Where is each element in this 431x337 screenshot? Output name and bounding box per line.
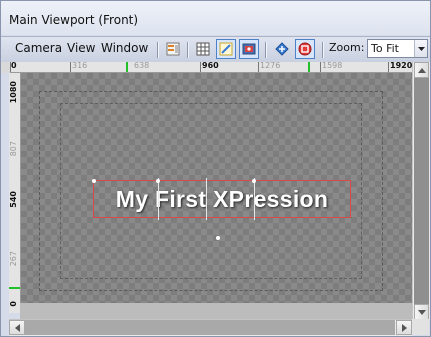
chevron-down-icon[interactable] <box>414 40 427 57</box>
ruler-label: 0 <box>11 62 17 70</box>
zoom-select[interactable]: To Fit <box>367 39 428 58</box>
ruler-marker <box>308 62 310 72</box>
ruler-tick <box>70 62 71 72</box>
safe-area-icon <box>219 42 233 56</box>
vertical-scrollbar[interactable] <box>412 62 430 320</box>
output-icon <box>298 42 312 56</box>
render-preview-icon <box>242 43 256 55</box>
ruler-label: 267 <box>9 251 18 267</box>
chevron-right-icon <box>401 323 407 332</box>
menu-camera[interactable]: Camera <box>15 41 62 55</box>
horizontal-scroll-thumb[interactable] <box>25 320 395 335</box>
selection-guide <box>206 178 207 220</box>
toolbar-separator <box>322 42 323 58</box>
resize-handle[interactable] <box>92 179 96 183</box>
ruler-label: 540 <box>9 191 18 208</box>
ruler-marker <box>126 62 128 72</box>
ruler-tick <box>10 62 11 72</box>
ruler-label: 1920 <box>390 62 412 70</box>
output-button[interactable] <box>295 39 315 59</box>
menu-bar: Camera View Window <box>1 36 430 63</box>
layout-button[interactable] <box>163 39 183 59</box>
render-preview-button[interactable] <box>239 39 259 59</box>
ruler-marker <box>9 287 20 289</box>
title-bar: Main Viewport (Front) <box>1 1 430 35</box>
vertical-scroll-thumb[interactable] <box>414 78 429 304</box>
ruler-label: 638 <box>134 62 150 70</box>
pivot-point[interactable] <box>216 236 220 240</box>
scrollbar-corner <box>412 319 429 335</box>
selection-guide <box>158 178 159 220</box>
toolbar-separator <box>157 42 158 58</box>
selection-guide <box>254 178 255 220</box>
scroll-left-button[interactable] <box>9 320 25 335</box>
horizontal-scrollbar[interactable] <box>9 319 412 336</box>
layout-icon <box>166 42 180 56</box>
ruler-tick <box>200 62 201 72</box>
menu-view[interactable]: View <box>67 41 95 55</box>
ruler-vertical: 1080 807 540 267 0 <box>9 73 21 313</box>
ruler-tick <box>388 62 389 72</box>
chevron-up-icon <box>417 67 426 73</box>
safe-area-button[interactable] <box>216 39 236 59</box>
toolbar-separator <box>187 42 188 58</box>
viewport-canvas[interactable]: My First XPression <box>21 73 412 303</box>
scroll-down-button[interactable] <box>414 304 429 320</box>
grid-icon <box>196 42 210 56</box>
ruler-label: 0 <box>9 301 18 307</box>
viewport-bottom-margin <box>20 303 412 319</box>
scroll-up-button[interactable] <box>414 62 429 78</box>
chevron-down-icon <box>417 309 426 315</box>
camera-nav-button[interactable] <box>272 39 292 59</box>
ruler-label: 1276 <box>260 62 281 70</box>
window-title: Main Viewport (Front) <box>9 13 139 27</box>
ruler-label: 1080 <box>9 81 18 104</box>
zoom-label: Zoom: <box>329 41 365 54</box>
toolbar-separator <box>265 42 266 58</box>
ruler-label: 807 <box>9 141 18 157</box>
ruler-label: 960 <box>202 62 219 70</box>
text-object-label: My First XPression <box>115 185 329 212</box>
ruler-tick <box>320 62 321 72</box>
grid-button[interactable] <box>193 39 213 59</box>
selected-text-object[interactable]: My First XPression <box>92 178 351 220</box>
viewport-window: Main Viewport (Front) Camera View Window <box>0 0 431 337</box>
camera-nav-icon <box>275 42 289 56</box>
ruler-horizontal: 0 316 638 960 1276 1598 1920 <box>10 62 412 73</box>
zoom-value: To Fit <box>371 42 399 55</box>
ruler-tick <box>258 62 259 72</box>
menu-window[interactable]: Window <box>101 41 148 55</box>
chevron-left-icon <box>14 323 20 332</box>
resize-handle[interactable] <box>156 179 160 183</box>
ruler-label: 1598 <box>322 62 343 70</box>
ruler-label: 316 <box>72 62 88 70</box>
resize-handle[interactable] <box>252 179 256 183</box>
scroll-right-button[interactable] <box>396 320 412 335</box>
